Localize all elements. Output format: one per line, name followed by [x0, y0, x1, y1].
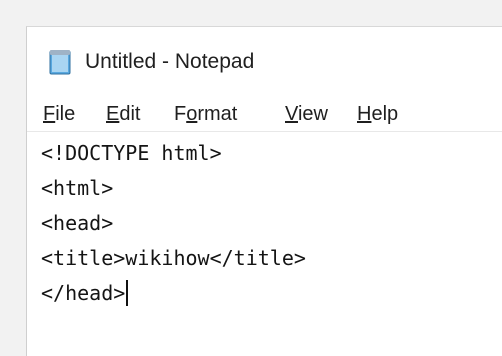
editor-line: <head>: [41, 211, 114, 235]
text-cursor: [126, 280, 129, 306]
notepad-icon: [49, 50, 71, 75]
editor-line: <html>: [41, 176, 114, 200]
menu-file[interactable]: File: [43, 101, 75, 127]
menu-help[interactable]: Help: [357, 101, 398, 127]
menu-view[interactable]: View: [285, 101, 328, 127]
menu-format[interactable]: Format: [174, 101, 237, 127]
window-title: Untitled - Notepad: [85, 50, 255, 73]
text-editor-area[interactable]: <!DOCTYPE html> <html> <head> <title>wik…: [27, 131, 502, 356]
menu-edit[interactable]: Edit: [106, 101, 140, 127]
screen-background: Untitled - Notepad File Edit Format View…: [0, 0, 502, 356]
editor-line: <title>wikihow</title>: [41, 246, 306, 270]
editor-line: <!DOCTYPE html>: [41, 141, 222, 165]
menu-bar: File Edit Format View Help: [27, 99, 502, 129]
title-bar[interactable]: Untitled - Notepad: [27, 27, 502, 97]
notepad-window: Untitled - Notepad File Edit Format View…: [26, 26, 502, 356]
editor-line: </head>: [41, 280, 129, 306]
